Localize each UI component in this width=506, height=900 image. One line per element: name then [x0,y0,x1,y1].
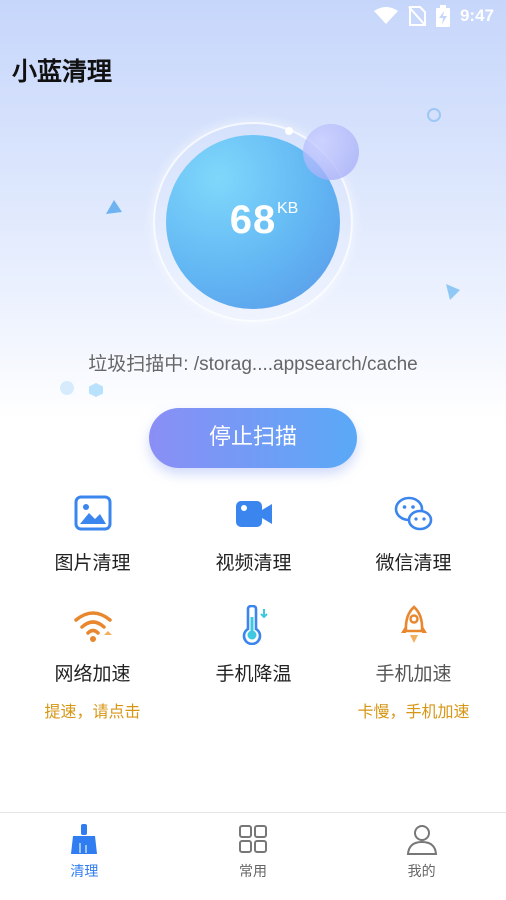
feature-label: 手机加速 [375,663,452,685]
rocket-icon [400,605,427,643]
nav-clean[interactable]: 清理 [0,813,169,900]
triangle-decoration [106,200,122,214]
nav-label: 我的 [407,864,436,880]
nav-label: 常用 [239,864,267,880]
feature-video-clean[interactable]: 视频清理 [169,494,338,575]
scan-status-text: 垃圾扫描中: /storag....appsearch/cache [88,354,418,375]
feature-label: 网络加速 [54,663,131,685]
junk-size-value: 68 [229,198,277,242]
orbit-dot [285,127,293,135]
image-icon [74,495,111,531]
feature-hint: 提速，请点击 [44,702,141,721]
hexagon-decoration [89,383,103,397]
status-bar: 9:47 [0,0,506,32]
feature-hint: 卡慢，手机加速 [357,702,470,721]
battery-charging-icon [435,5,450,27]
clock: 9:47 [459,6,494,25]
ring-decoration [427,108,441,122]
nav-mine[interactable]: 我的 [337,813,506,900]
triangle-decoration [446,284,460,300]
app-title: 小蓝清理 [12,57,113,86]
feature-label: 视频清理 [215,552,292,574]
user-icon [406,825,437,855]
feature-label: 微信清理 [375,552,452,574]
wechat-icon [394,496,432,531]
dot-decoration [60,381,74,395]
feature-phone-cooling[interactable]: 手机降温 [169,605,338,686]
feature-image-clean[interactable]: 图片清理 [8,494,177,575]
feature-label: 手机降温 [215,663,292,685]
stop-scan-button[interactable]: 停止扫描 [149,408,357,468]
nav-label: 清理 [70,864,99,880]
nav-common[interactable]: 常用 [169,813,338,900]
grid-icon [239,825,267,853]
feature-wechat-clean[interactable]: 微信清理 [329,494,498,575]
junk-size-unit: KB [277,200,299,217]
wifi-signal-icon [373,7,398,25]
thermometer-icon [242,605,268,645]
broom-icon [71,824,98,854]
feature-network-boost[interactable]: 网络加速 提速，请点击 [8,605,177,722]
bottom-nav: 清理 常用 我的 [0,812,506,900]
wifi-icon [73,611,112,642]
feature-phone-boost[interactable]: 手机加速 卡慢，手机加速 [329,605,498,722]
feature-label: 图片清理 [54,552,131,574]
video-camera-icon [235,501,272,527]
orbit-bubble [303,124,359,180]
no-sim-icon [408,6,426,26]
